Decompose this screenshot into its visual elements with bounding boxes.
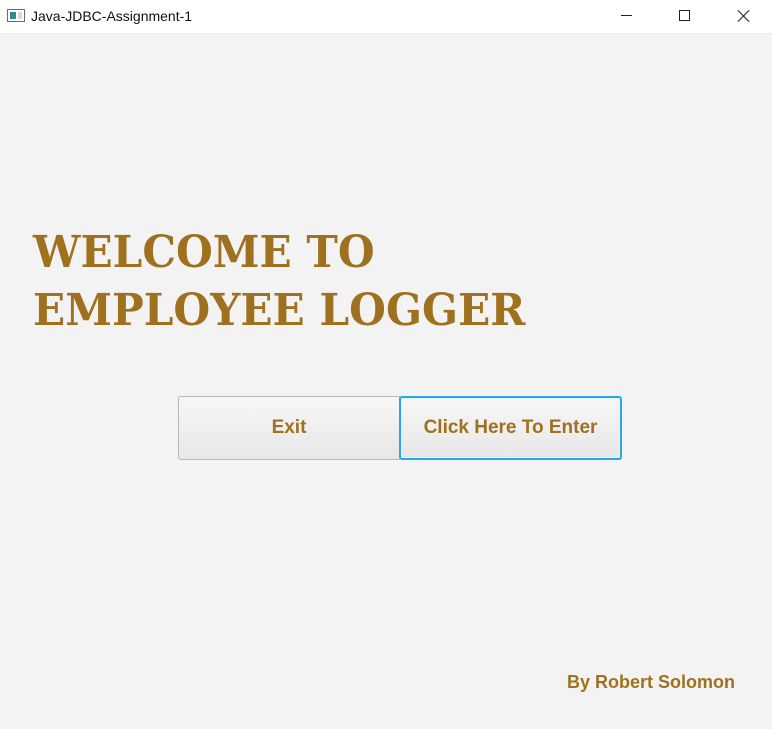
button-group: Exit Click Here To Enter [178,396,622,460]
close-icon [737,9,751,23]
title-bar[interactable]: Java-JDBC-Assignment-1 [0,0,772,34]
minimize-icon [621,15,632,16]
welcome-line-2: EMPLOYEE LOGGER [33,285,526,336]
enter-button[interactable]: Click Here To Enter [399,396,622,460]
window-title: Java-JDBC-Assignment-1 [31,8,193,24]
maximize-icon [679,10,690,21]
app-window-icon [7,9,25,22]
exit-button[interactable]: Exit [178,396,400,460]
window-controls [598,0,772,34]
welcome-heading: WELCOME TO EMPLOYEE LOGGER [33,224,525,340]
welcome-line-1: WELCOME TO [33,227,375,278]
minimize-button[interactable] [598,0,656,34]
author-credit: By Robert Solomon [566,672,735,692]
close-button[interactable] [714,0,772,34]
main-content: WELCOME TO EMPLOYEE LOGGER Exit Click He… [0,34,772,729]
application-window: Java-JDBC-Assignment-1 WELCOME TO EMPLOY… [0,0,772,729]
maximize-button[interactable] [656,0,714,34]
